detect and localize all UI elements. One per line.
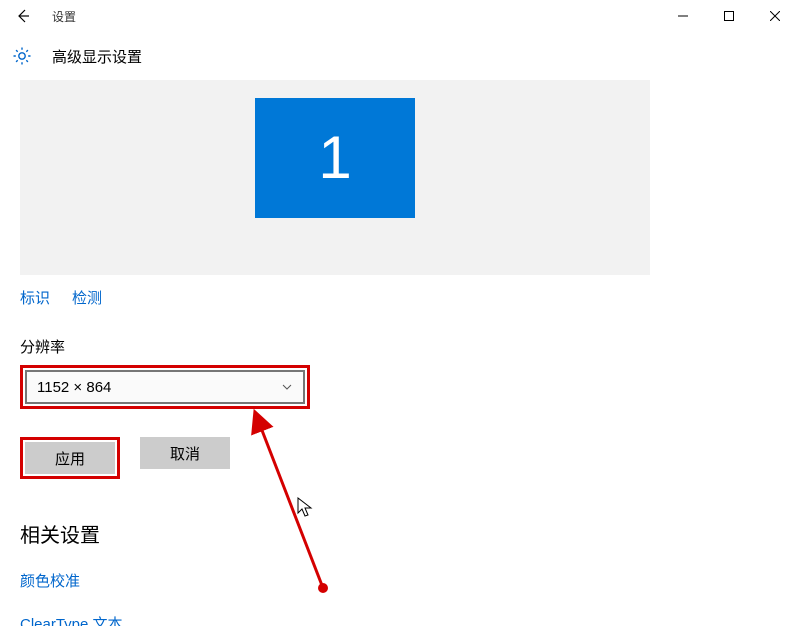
cancel-button[interactable]: 取消: [140, 437, 230, 469]
monitor-1[interactable]: 1: [255, 98, 415, 218]
resolution-highlight: 1152 × 864: [20, 365, 310, 409]
preview-links: 标识 检测: [20, 287, 660, 308]
close-button[interactable]: [752, 0, 798, 32]
page-title: 高级显示设置: [52, 46, 142, 67]
window-title: 设置: [52, 8, 76, 25]
maximize-icon: [724, 11, 734, 21]
color-calibration-link[interactable]: 颜色校准: [20, 570, 660, 591]
identify-link[interactable]: 标识: [20, 287, 50, 308]
related-settings-title: 相关设置: [20, 519, 660, 548]
maximize-button[interactable]: [706, 0, 752, 32]
content: 1 标识 检测 分辨率 1152 × 864 应用 取消 相关设置 颜色校准 C…: [0, 80, 680, 626]
minimize-icon: [678, 11, 688, 21]
apply-highlight: 应用: [20, 437, 120, 479]
content-scroll[interactable]: 1 标识 检测 分辨率 1152 × 864 应用 取消 相关设置 颜色校准 C…: [0, 80, 798, 626]
resolution-value: 1152 × 864: [37, 379, 111, 396]
arrow-left-icon: [15, 8, 31, 24]
window-controls: [660, 0, 798, 32]
resolution-dropdown[interactable]: 1152 × 864: [25, 370, 305, 404]
page-header: 高级显示设置: [0, 32, 798, 80]
button-row: 应用 取消: [20, 437, 660, 479]
gear-icon: [12, 46, 32, 66]
cleartype-link[interactable]: ClearType 文本: [20, 613, 660, 626]
title-bar: 设置: [0, 0, 798, 32]
detect-link[interactable]: 检测: [72, 287, 102, 308]
apply-button[interactable]: 应用: [25, 442, 115, 474]
back-button[interactable]: [0, 0, 46, 32]
resolution-label: 分辨率: [20, 336, 660, 357]
display-preview-area: 1: [20, 80, 650, 275]
monitor-number: 1: [318, 123, 351, 192]
chevron-down-icon: [281, 381, 293, 393]
close-icon: [770, 11, 780, 21]
minimize-button[interactable]: [660, 0, 706, 32]
